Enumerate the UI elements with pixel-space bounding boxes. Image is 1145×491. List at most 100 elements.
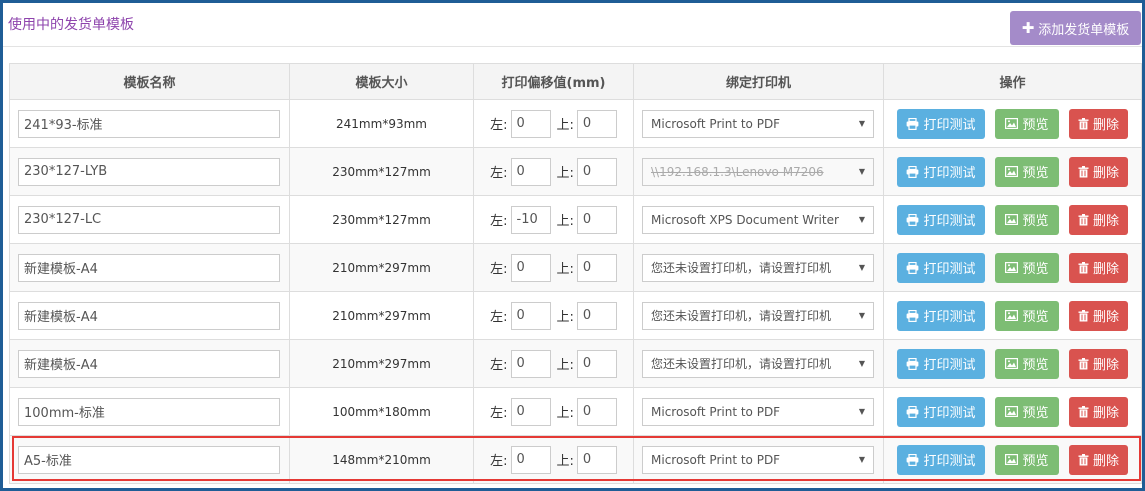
- template-name-input[interactable]: 241*93-标准: [18, 109, 280, 138]
- preview-label: 预览: [1022, 118, 1049, 133]
- offset-left-input[interactable]: 0: [510, 445, 551, 474]
- delete-button[interactable]: 删除: [1069, 204, 1128, 235]
- offset-top-input[interactable]: 0: [576, 397, 617, 426]
- delete-button[interactable]: 删除: [1069, 396, 1128, 427]
- offset-left-label: 左:: [490, 406, 508, 421]
- template-name-input[interactable]: 新建模板-A4: [18, 349, 280, 378]
- chevron-down-icon: ▼: [858, 167, 865, 176]
- offset-left-input[interactable]: -10: [510, 205, 551, 234]
- print-test-label: 打印测试: [923, 358, 976, 373]
- delete-button[interactable]: 删除: [1069, 444, 1128, 475]
- printer-select[interactable]: 您还未设置打印机，请设置打印机 ▼: [642, 253, 874, 282]
- offset-left-input[interactable]: 0: [510, 253, 551, 282]
- template-name-input[interactable]: A5-标准: [18, 445, 280, 474]
- chevron-down-icon: ▼: [858, 455, 865, 464]
- template-name-input[interactable]: 新建模板-A4: [18, 253, 280, 282]
- cell-name: 新建模板-A4: [9, 291, 290, 340]
- cell-printer: Microsoft Print to PDF ▼: [633, 435, 884, 484]
- add-template-label: 添加发货单模板: [1038, 22, 1130, 38]
- cell-offset: 左: 0 上: 0: [473, 147, 634, 196]
- offset-top-input[interactable]: 0: [576, 109, 617, 138]
- print-test-button[interactable]: 打印测试: [897, 204, 985, 235]
- print-test-button[interactable]: 打印测试: [897, 300, 985, 331]
- preview-button[interactable]: 预览: [995, 156, 1059, 187]
- print-test-button[interactable]: 打印测试: [897, 396, 985, 427]
- offset-left-label: 左:: [490, 454, 508, 469]
- cell-size: 148mm*210mm: [289, 435, 474, 484]
- cell-actions: 打印测试 预览 删除: [883, 387, 1142, 436]
- offset-left-input[interactable]: 0: [510, 397, 551, 426]
- offset-left-input[interactable]: 0: [510, 301, 551, 330]
- print-test-button[interactable]: 打印测试: [897, 108, 985, 139]
- offset-top-input[interactable]: 0: [576, 445, 617, 474]
- preview-button[interactable]: 预览: [995, 108, 1059, 139]
- printer-select[interactable]: 您还未设置打印机，请设置打印机 ▼: [642, 349, 874, 378]
- template-name-input[interactable]: 100mm-标准: [18, 397, 280, 426]
- delete-label: 删除: [1092, 406, 1119, 421]
- table-row: 新建模板-A4 210mm*297mm 左: 0 上: 0 您还未设置打印机，请设置打印机 ▼…: [9, 243, 1142, 292]
- template-name-input[interactable]: 230*127-LC: [18, 205, 280, 234]
- print-test-label: 打印测试: [923, 166, 976, 181]
- printer-select[interactable]: Microsoft XPS Document Writer ▼: [642, 205, 874, 234]
- trash-icon: [1078, 213, 1089, 226]
- image-icon: [1005, 262, 1019, 273]
- cell-printer: 您还未设置打印机，请设置打印机 ▼: [633, 291, 884, 340]
- printer-select-value: 您还未设置打印机，请设置打印机: [651, 309, 832, 323]
- print-test-button[interactable]: 打印测试: [897, 156, 985, 187]
- image-icon: [1005, 310, 1019, 321]
- offset-left-input[interactable]: 0: [510, 109, 551, 138]
- printer-icon: [906, 309, 919, 322]
- cell-actions: 打印测试 预览 删除: [883, 243, 1142, 292]
- preview-button[interactable]: 预览: [995, 252, 1059, 283]
- print-test-button[interactable]: 打印测试: [897, 252, 985, 283]
- offset-top-input[interactable]: 0: [576, 157, 617, 186]
- delete-button[interactable]: 删除: [1069, 252, 1128, 283]
- delete-button[interactable]: 删除: [1069, 348, 1128, 379]
- cell-offset: 左: 0 上: 0: [473, 435, 634, 484]
- image-icon: [1005, 358, 1019, 369]
- offset-left-input[interactable]: 0: [510, 157, 551, 186]
- printer-select-value: \\192.168.1.3\Lenovo M7206: [651, 164, 824, 179]
- printer-select[interactable]: Microsoft Print to PDF ▼: [642, 109, 874, 138]
- printer-select[interactable]: Microsoft Print to PDF ▼: [642, 445, 874, 474]
- printer-select[interactable]: 您还未设置打印机，请设置打印机 ▼: [642, 301, 874, 330]
- cell-size: 230mm*127mm: [289, 147, 474, 196]
- preview-button[interactable]: 预览: [995, 204, 1059, 235]
- template-name-input[interactable]: 230*127-LYB: [18, 157, 280, 186]
- printer-select[interactable]: Microsoft Print to PDF ▼: [642, 397, 874, 426]
- printer-icon: [906, 165, 919, 178]
- chevron-down-icon: ▼: [858, 119, 865, 128]
- offset-top-input[interactable]: 0: [576, 301, 617, 330]
- cell-size: 210mm*297mm: [289, 243, 474, 292]
- delete-button[interactable]: 删除: [1069, 108, 1128, 139]
- printer-select-value: Microsoft Print to PDF: [651, 116, 781, 131]
- offset-left-label: 左:: [490, 166, 508, 181]
- cell-name: 100mm-标准: [9, 387, 290, 436]
- preview-button[interactable]: 预览: [995, 348, 1059, 379]
- offset-left-input[interactable]: 0: [510, 349, 551, 378]
- printer-select-value: 您还未设置打印机，请设置打印机: [651, 357, 832, 371]
- chevron-down-icon: ▼: [858, 263, 865, 272]
- delete-button[interactable]: 删除: [1069, 156, 1128, 187]
- header-divider: [3, 46, 1142, 47]
- cell-printer: 您还未设置打印机，请设置打印机 ▼: [633, 339, 884, 388]
- table-row: 新建模板-A4 210mm*297mm 左: 0 上: 0 您还未设置打印机，请设置打印机 ▼…: [9, 291, 1142, 340]
- preview-label: 预览: [1022, 310, 1049, 325]
- preview-button[interactable]: 预览: [995, 300, 1059, 331]
- offset-top-input[interactable]: 0: [576, 349, 617, 378]
- template-name-input[interactable]: 新建模板-A4: [18, 301, 280, 330]
- offset-left-label: 左:: [490, 310, 508, 325]
- add-template-button[interactable]: ✚ 添加发货单模板: [1010, 11, 1141, 45]
- image-icon: [1005, 454, 1019, 465]
- delete-button[interactable]: 删除: [1069, 300, 1128, 331]
- cell-offset: 左: 0 上: 0: [473, 291, 634, 340]
- offset-top-input[interactable]: 0: [576, 205, 617, 234]
- preview-button[interactable]: 预览: [995, 396, 1059, 427]
- chevron-down-icon: ▼: [858, 311, 865, 320]
- printer-select[interactable]: \\192.168.1.3\Lenovo M7206 ▼: [642, 157, 874, 186]
- preview-button[interactable]: 预览: [995, 444, 1059, 475]
- print-test-button[interactable]: 打印测试: [897, 444, 985, 475]
- print-test-button[interactable]: 打印测试: [897, 348, 985, 379]
- preview-label: 预览: [1022, 214, 1049, 229]
- offset-top-input[interactable]: 0: [576, 253, 617, 282]
